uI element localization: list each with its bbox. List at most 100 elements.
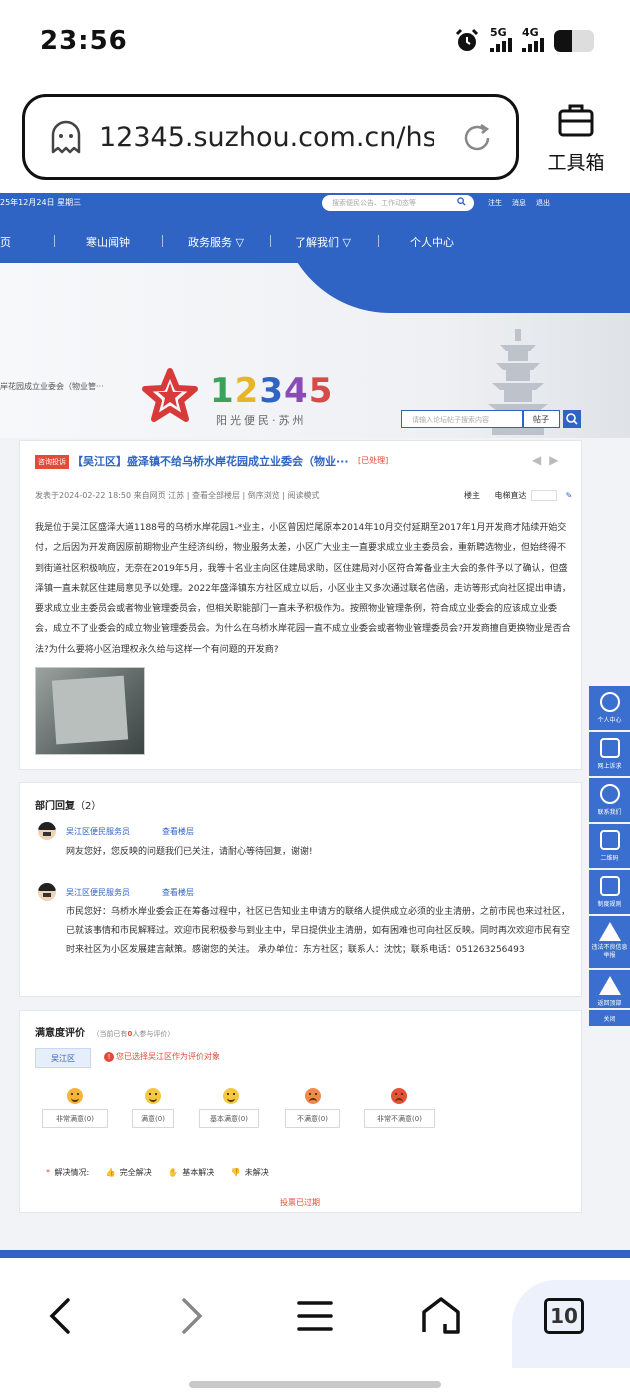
nav-services[interactable]: 政务服务 ▽ [188,234,244,250]
satisfied-emoji-icon[interactable] [145,1088,161,1104]
thumbs-down-icon[interactable]: 👎 [231,1168,241,1177]
signal-4g-icon: 4G [522,26,544,52]
nav-hanshan[interactable]: 寒山闻钟 [86,234,130,250]
sidebar-item-online-appeal[interactable]: 网上诉求 [589,732,630,776]
rating-option-satisfied[interactable]: 满意(0) [132,1109,174,1128]
sidebar-item-back-to-top[interactable]: 返回顶部 [589,970,630,1008]
banner-curve [280,263,630,313]
link-logout[interactable]: 退出 [536,198,550,208]
jump-go-icon[interactable]: ✎ [566,491,573,500]
sidebar-item-contact[interactable]: 联系我们 [589,778,630,822]
reply-author[interactable]: 吴江区便民服务员 [66,826,130,837]
logo-digit: 2 [234,371,260,411]
attachment-image[interactable] [35,667,145,755]
battery-level [554,30,572,52]
search-icon [566,413,578,425]
nav-personal[interactable]: 个人中心 [410,234,454,250]
vote-closed-text: 投票已过期 [280,1198,320,1207]
replies-count: （2） [75,801,102,812]
dissatisfied-emoji-icon[interactable] [305,1088,321,1104]
view-floor-link[interactable]: 查看楼层 [162,887,194,898]
sidebar-label: 个人中心 [597,717,622,724]
address-bar[interactable]: 12345.suzhou.com.cn/hs··· [22,94,519,180]
post-card: 咨询投诉 【吴江区】盛泽镇不给乌桥水岸花园成立业委会（物业··· [已处理] ◀… [19,440,582,770]
rating-participants: （当前已有0人参与评价） [92,1030,174,1038]
gesture-home-bar[interactable] [189,1381,441,1388]
back-icon[interactable] [40,1294,84,1338]
post-meta: 发表于2024-02-22 18:50 来自网页 江苏 | 查看全部楼层 | 倒… [35,491,320,500]
hand-icon[interactable]: ✋ [168,1168,178,1177]
very-satisfied-emoji-icon[interactable] [67,1088,83,1104]
resolved-option[interactable]: 完全解决 [120,1168,152,1177]
sidebar-close-button[interactable]: 关闭 [589,1010,630,1026]
sidebar-label: 二维码 [600,855,619,862]
post-floor-controls: 楼主 电梯直达 ✎ [464,490,572,501]
required-mark: * [46,1168,50,1177]
avatar [38,883,56,901]
floor-jump-input[interactable] [531,490,558,501]
status-badge: [已处理] [358,456,389,465]
view-floor-link[interactable]: 查看楼层 [162,826,194,837]
sidebar-item-qrcode[interactable]: 二维码 [589,824,630,868]
info-icon: ! [104,1052,114,1062]
reload-icon[interactable] [460,121,494,155]
rating-option-very-dissatisfied[interactable]: 非常不满意(0) [364,1109,435,1128]
forum-search-type-select[interactable]: 帖子 [523,410,560,428]
post-body: 我是位于吴江区盛泽大道1188号的乌桥水岸花园1-*业主，小区曾因烂尾原本201… [35,523,571,655]
web-page: 25年12月24日 星期三 搜索便民公告、工作动态等 注生 消息 退出 页 寒山… [0,193,630,1258]
sidebar-item-rules[interactable]: 制度规则 [589,870,630,914]
rating-option-very-satisfied[interactable]: 非常满意(0) [42,1109,108,1128]
clock: 23:56 [40,26,128,56]
rating-option-dissatisfied[interactable]: 不满意(0) [285,1109,340,1128]
warning-icon [598,922,621,941]
nav-home[interactable]: 页 [0,234,11,250]
search-icon[interactable] [457,197,466,206]
link-messages[interactable]: 消息 [512,198,526,208]
site-footer-strip [0,1250,630,1258]
department-replies-card: 部门回复（2） 吴江区便民服务员 查看楼层 网友您好，您反映的问题我们已关注，请… [19,782,582,997]
site-search-placeholder: 搜索便民公告、工作动态等 [332,199,416,207]
rating-option-basic[interactable]: 基本满意(0) [199,1109,259,1128]
status-bar: 23:56 5G 4G [0,0,630,84]
forum-search-input[interactable]: 请输入论坛帖子搜索内容 [401,410,523,428]
unresolved-option[interactable]: 未解决 [245,1168,269,1177]
floor-label: 楼主 [464,491,480,500]
very-dissatisfied-emoji-icon[interactable] [391,1088,407,1104]
sidebar-item-report[interactable]: 违法不良信息举报 [589,916,630,968]
thumbs-up-icon[interactable]: 👍 [106,1168,116,1177]
site-search-input[interactable]: 搜索便民公告、工作动态等 [322,195,474,211]
reply-author[interactable]: 吴江区便民服务员 [66,887,130,898]
document-icon [599,876,620,896]
tab-count: 10 [550,1304,578,1328]
participants-suffix: 人参与评价） [132,1030,175,1038]
reply-text: 网友您好，您反映的问题我们已关注，请耐心等待回复，谢谢! [66,847,313,857]
document-photo [51,675,129,745]
replies-title: 部门回复 [35,801,75,812]
nav-divider [162,235,163,247]
resolution-row: * 解决情况: 👍 完全解决 ✋ 基本解决 👎 未解决 [46,1167,269,1178]
toolbox-button[interactable]: 工具箱 [540,100,612,175]
url-text[interactable]: 12345.suzhou.com.cn/hs··· [99,122,434,153]
site-date: 25年12月24日 星期三 [0,198,82,207]
avatar [38,822,56,840]
sidebar-item-personal-center[interactable]: 个人中心 [589,686,630,730]
reply-text: 市民您好：乌桥水岸业委会正在筹备过程中，社区已告知业主申请方的联络人提供成立必须… [66,907,571,955]
toolbox-label: 工具箱 [547,152,605,174]
nav-divider [54,235,55,247]
link-register[interactable]: 注生 [488,198,502,208]
tabs-button[interactable]: 10 [544,1298,584,1334]
forum-search-button[interactable] [563,410,581,428]
rating-heading: 满意度评价 （当前已有0人参与评价） [35,1024,174,1039]
rating-notice-text: 您已选择吴江区作为评价对象 [116,1052,220,1061]
menu-icon[interactable] [293,1294,337,1338]
district-tab[interactable]: 吴江区 [35,1048,91,1068]
prev-next-arrows-icon[interactable]: ◀▶ [532,453,566,467]
basic-satisfied-emoji-icon[interactable] [223,1088,239,1104]
home-icon[interactable] [419,1294,463,1338]
user-icon [599,692,620,712]
forward-icon[interactable] [168,1294,212,1338]
breadcrumb[interactable]: 岸花园成立业委会（物业管··· [0,381,104,392]
nav-about[interactable]: 了解我们 ▽ [295,234,351,250]
partly-resolved-option[interactable]: 基本解决 [182,1168,214,1177]
participants-prefix: （当前已有 [92,1030,128,1038]
